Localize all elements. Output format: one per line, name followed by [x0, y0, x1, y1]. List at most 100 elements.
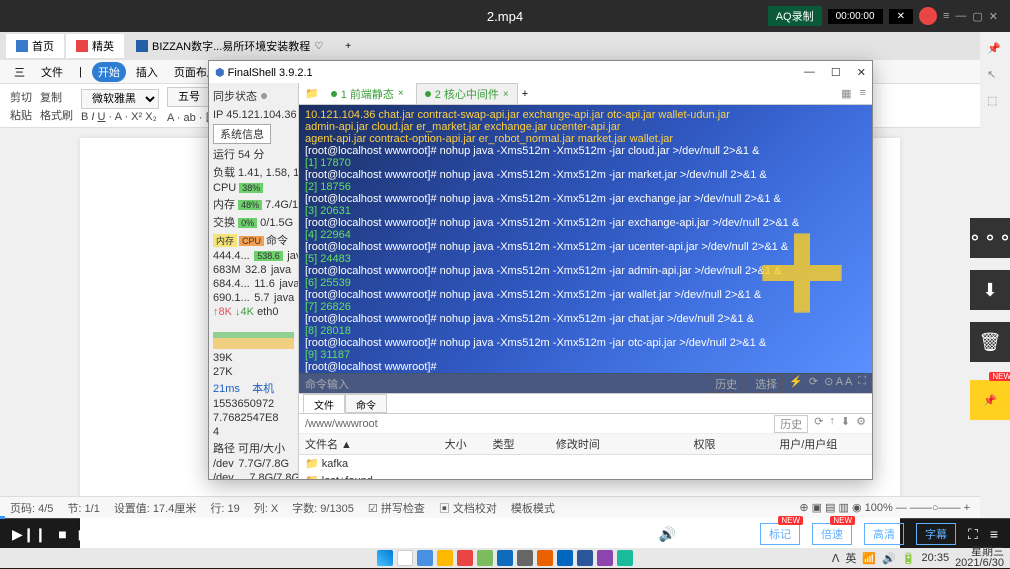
settings-icon[interactable]: ⚙ — [856, 415, 866, 433]
maximize-icon[interactable]: ▢ — [972, 10, 982, 23]
video-filename: 2.mp4 — [487, 9, 523, 24]
term-tab-2[interactable]: 2 核心中间件 × — [416, 83, 518, 104]
fs-term-tabs: 📁 1 前端静态 × 2 核心中间件 × + ▦ ≡ — [299, 83, 872, 105]
playlist-icon[interactable]: ≡ — [990, 526, 998, 542]
terminal-line: [root@localhost wwwroot]# nohup java -Xm… — [305, 193, 866, 205]
terminal-line: [root@localhost wwwroot]# nohup java -Xm… — [305, 289, 866, 301]
record-close-icon[interactable]: ✕ — [889, 9, 913, 24]
ribbon-tab[interactable]: 插入 — [130, 62, 164, 82]
terminal-line: [2] 18756 — [305, 181, 866, 193]
terminal-line: [root@localhost wwwroot]# nohup java -Xm… — [305, 145, 866, 157]
avatar[interactable] — [919, 7, 937, 25]
english-icon[interactable]: 英 — [845, 550, 856, 566]
fs-sidebar: 同步状态 IP 45.121.104.36 复制 系统信息 运行 54 分 负载… — [209, 83, 299, 479]
terminal-line: [8] 28018 — [305, 325, 866, 337]
share-button[interactable]: ⚬⚬⚬ — [970, 218, 1010, 258]
delete-button[interactable]: 🗑 — [970, 322, 1010, 362]
terminal-line: agent-api.jar contract-option-api.jar er… — [305, 133, 866, 145]
volume-icon[interactable]: 🔊 — [659, 526, 676, 543]
table-row[interactable]: 📁 lost+found — [299, 472, 872, 479]
fs-titlebar[interactable]: ⬢ FinalShell 3.9.2.1 — ☐ ✕ — [209, 61, 872, 83]
table-row[interactable]: 📁 kafka — [299, 455, 872, 473]
video-titlebar: 2.mp4 AQ录制 00:00:00 ✕ ≡ — ▢ ✕ — [0, 0, 1010, 32]
fullscreen-icon[interactable]: ⛶ — [968, 526, 978, 543]
hd-button[interactable]: 高清 — [864, 523, 904, 545]
maximize-icon[interactable]: ☐ — [831, 66, 841, 79]
terminal-line: [3] 20631 — [305, 205, 866, 217]
folder-icon[interactable]: 📁 — [305, 87, 319, 100]
menu-icon[interactable]: ≡ — [943, 10, 949, 22]
subtitle-button[interactable]: 字幕 — [916, 523, 956, 545]
paste-button[interactable]: 粘贴 — [10, 107, 32, 123]
terminal-line: [1] 17870 — [305, 157, 866, 169]
cmd-input[interactable]: 命令输入 — [305, 376, 349, 392]
record-time: 00:00:00 — [828, 9, 883, 24]
path-label[interactable]: /www/wwwroot — [305, 418, 378, 430]
browser-tabs: 首页 精英 BIZZAN数字...易所环境安装教程 ♡ + — [0, 32, 980, 60]
bolt-icon[interactable]: ⚡ — [789, 375, 803, 393]
net-chart — [213, 321, 294, 349]
play-button[interactable]: ▶❙❙ — [12, 526, 46, 543]
cut-button[interactable]: 剪切 — [10, 92, 32, 104]
next-button[interactable]: ▶| — [79, 526, 93, 543]
cmd-bar: 命令输入 历史 选择 ⚡ ⟳ ⊙ A A ⛶ — [299, 373, 872, 393]
menu-icon[interactable]: 三 — [8, 62, 31, 82]
refresh-icon[interactable]: ⟳ — [809, 375, 818, 393]
list-icon[interactable]: ≡ — [860, 87, 866, 100]
tab-doc[interactable]: 精英 — [66, 34, 124, 58]
wifi-icon[interactable]: 📶 — [862, 552, 876, 565]
expand-icon[interactable]: ⛶ — [858, 375, 866, 393]
commands-tab[interactable]: 命令 — [345, 394, 387, 413]
refresh-icon[interactable]: ⟳ — [814, 415, 823, 433]
cursor-icon[interactable]: ↖ — [987, 68, 1003, 84]
tab-home[interactable]: 首页 — [6, 34, 64, 58]
format-button[interactable]: 格式刷 — [40, 107, 73, 123]
terminal-line: [root@localhost wwwroot]# — [305, 361, 866, 373]
mark-button[interactable]: 标记NEW — [760, 523, 800, 545]
terminal-line: [7] 26826 — [305, 301, 866, 313]
pin-button[interactable]: 📌NEW — [970, 380, 1010, 420]
minimize-icon[interactable]: — — [804, 66, 815, 79]
minimize-icon[interactable]: — — [955, 10, 966, 22]
volume-icon[interactable]: 🔊 — [882, 552, 896, 565]
terminal-line: [root@localhost wwwroot]# nohup java -Xm… — [305, 241, 866, 253]
close-icon[interactable]: ✕ — [857, 66, 866, 79]
terminal-line: [6] 25539 — [305, 277, 866, 289]
windows-taskbar: ᐱ 英 📶 🔊 🔋 20:35 星期三 2021/6/30 — [0, 548, 1010, 568]
terminal[interactable]: 10.121.104.36 chat.jar contract-swap-api… — [299, 105, 872, 373]
record-label[interactable]: AQ录制 — [768, 6, 822, 26]
terminal-line: [root@localhost wwwroot]# nohup java -Xm… — [305, 265, 866, 277]
select-button[interactable]: 选择 — [749, 375, 783, 393]
terminal-line: [root@localhost wwwroot]# nohup java -Xm… — [305, 217, 866, 229]
files-tab[interactable]: 文件 — [303, 394, 345, 413]
history-button[interactable]: 历史 — [709, 375, 743, 393]
sync-status: 同步状态 — [213, 88, 257, 104]
clock-time[interactable]: 20:35 — [922, 553, 950, 564]
speed-button[interactable]: 倍速NEW — [812, 523, 852, 545]
tab-add-icon[interactable]: + — [335, 37, 361, 56]
download-button[interactable]: ⬇ — [970, 270, 1010, 310]
pin-icon[interactable]: 📌 — [987, 42, 1003, 58]
volume-slider[interactable] — [688, 533, 748, 536]
fs-title: FinalShell 3.9.2.1 — [228, 67, 313, 79]
download-icon[interactable]: ⬇ — [841, 415, 850, 433]
start-icon[interactable] — [377, 550, 393, 566]
tray-icon[interactable]: ᐱ — [832, 552, 840, 565]
select-icon[interactable]: ⬚ — [987, 94, 1003, 110]
term-tab-1[interactable]: 1 前端静态 × — [323, 84, 412, 104]
ribbon-tab-start[interactable]: 开始 — [92, 62, 126, 82]
up-icon[interactable]: ↑ — [829, 415, 835, 433]
tab-bizzan[interactable]: BIZZAN数字...易所环境安装教程 ♡ — [126, 34, 333, 58]
grid-icon[interactable]: ▦ — [841, 87, 851, 100]
fs-files: 文件 命令 /www/wwwroot 历史 ⟳ ↑ ⬇ ⚙ — [299, 393, 872, 479]
close-icon[interactable]: ✕ — [989, 10, 998, 23]
font-name-select[interactable]: 微软雅黑 — [81, 89, 159, 109]
new-tab-icon[interactable]: + — [522, 88, 528, 100]
battery-icon[interactable]: 🔋 — [902, 552, 916, 565]
sysinfo-button[interactable]: 系统信息 — [213, 124, 271, 144]
stop-button[interactable]: ■ — [58, 526, 66, 542]
copy-button[interactable]: 复制 — [40, 92, 62, 104]
terminal-line: [root@localhost wwwroot]# nohup java -Xm… — [305, 337, 866, 349]
file-menu[interactable]: 文件 — [35, 62, 69, 82]
terminal-line: [root@localhost wwwroot]# nohup java -Xm… — [305, 169, 866, 181]
